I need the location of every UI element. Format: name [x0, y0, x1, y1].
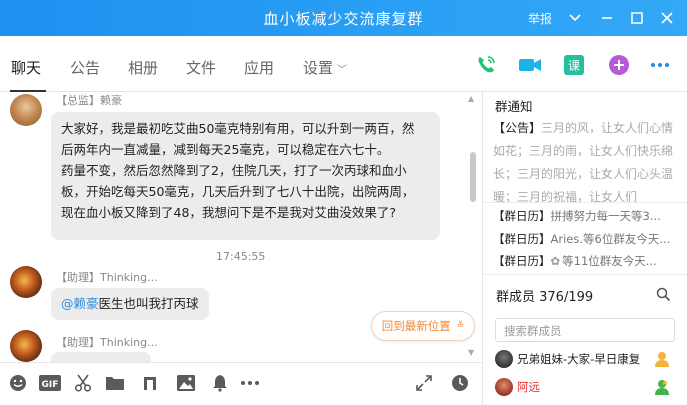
- calendar-label: 【群日历】: [493, 209, 551, 223]
- divider: [483, 202, 687, 203]
- avatar[interactable]: [10, 266, 42, 298]
- calendar-item[interactable]: 【群日历】拼搏努力每一天等3...: [493, 208, 661, 224]
- sender-label: 【总监】赖豪: [56, 92, 122, 108]
- chat-area: 【总监】赖豪 大家好，我是最初吃艾曲50毫克特别有用，可以升到一两百，然 后两年…: [0, 92, 482, 362]
- tab-announcement[interactable]: 公告: [70, 57, 100, 78]
- message-line: 大家好，我是最初吃艾曲50毫克特别有用，可以升到一两百，然: [61, 121, 415, 136]
- back-to-latest-button[interactable]: 回到最新位置 ≚: [371, 311, 475, 341]
- mention-link[interactable]: @赖豪: [61, 296, 99, 311]
- sender-label: 【助理】Thinking...: [56, 269, 158, 285]
- calendar-label: 【群日历】: [493, 254, 551, 268]
- calendar-item[interactable]: 【群日历】Aries.等6位群友今天...: [493, 231, 670, 247]
- member-item[interactable]: 阿远: [495, 378, 540, 396]
- group-info-panel: 群通知 【公告】三月的风，让女人们心情如花；三月的雨，让女人们快乐绵长；三月的阳…: [482, 92, 687, 405]
- message-timestamp: 17:45:55: [216, 250, 266, 263]
- group-notice-title: 群通知: [495, 99, 533, 114]
- phone-call-icon[interactable]: [475, 54, 497, 76]
- minimize-button[interactable]: [596, 7, 618, 29]
- gif-icon[interactable]: GIF: [38, 373, 62, 393]
- message-bubble[interactable]: @赖豪医生也叫我打丙球: [51, 288, 209, 320]
- more-tools-icon[interactable]: [240, 373, 260, 393]
- bell-icon[interactable]: [210, 373, 230, 393]
- sender-role: 【助理】: [56, 271, 100, 284]
- scissors-icon[interactable]: [73, 373, 93, 393]
- music-note-icon[interactable]: [140, 373, 160, 393]
- tab-album[interactable]: 相册: [128, 57, 158, 78]
- message-text: 医生也叫我打丙球: [98, 296, 199, 311]
- flower-icon: ✿: [550, 254, 561, 268]
- calendar-text: 等11位群友今天...: [562, 254, 657, 268]
- svg-text:GIF: GIF: [42, 380, 59, 390]
- message-bubble[interactable]: 大家好，我是最初吃艾曲50毫克特别有用，可以升到一两百，然 后两年内一直减量，减…: [51, 112, 440, 240]
- tab-settings-label: 设置: [303, 59, 334, 77]
- title-bar: 血小板减少交流康复群 举报: [0, 0, 687, 36]
- video-call-icon[interactable]: [518, 54, 541, 76]
- report-button[interactable]: 举报: [528, 10, 552, 27]
- message-line: 现在血小板又降到了48，我想问下是不是我对艾曲没效果了?: [61, 205, 397, 220]
- message-line: 板，开始吃每天50毫克，几天后升到了七八十出院，出院两周，: [61, 184, 415, 199]
- search-icon[interactable]: [656, 287, 671, 306]
- sender-name[interactable]: Thinking...: [100, 271, 158, 284]
- avatar: [495, 378, 513, 396]
- chevron-down-icon[interactable]: [564, 7, 586, 29]
- chevron-down-icon: ﹀: [337, 65, 348, 76]
- maximize-button[interactable]: [626, 7, 648, 29]
- more-icon[interactable]: [649, 54, 671, 76]
- tab-files[interactable]: 文件: [186, 57, 216, 78]
- notice-label: 【公告】: [493, 121, 542, 135]
- member-name: 阿远: [517, 380, 540, 394]
- sender-name[interactable]: 赖豪: [100, 94, 122, 107]
- close-button[interactable]: [656, 7, 678, 29]
- tab-settings[interactable]: 设置 ﹀: [303, 57, 347, 78]
- sender-role: 【总监】: [56, 94, 100, 107]
- message-line: 后两年内一直减量，减到每天25毫克，可以稳定在六七十。: [61, 142, 390, 157]
- message-line: 药量不变，然后忽然降到了2，住院几天，打了一次丙球和血小: [61, 163, 407, 178]
- member-search-input[interactable]: 搜索群成员: [495, 318, 675, 342]
- sender-label: 【助理】Thinking...: [56, 334, 158, 350]
- admin-badge-icon: [653, 350, 671, 372]
- scroll-down-arrow[interactable]: ▼: [468, 348, 474, 357]
- class-icon[interactable]: 课: [563, 54, 585, 76]
- back-to-latest-label: 回到最新位置: [381, 319, 451, 333]
- chat-scrollbar-thumb[interactable]: [470, 152, 476, 202]
- scroll-up-arrow[interactable]: ▲: [468, 94, 474, 103]
- double-chevron-down-icon: ≚: [456, 321, 465, 331]
- tab-chat[interactable]: 聊天: [11, 57, 41, 78]
- calendar-text: 拼搏努力每一天等3...: [550, 209, 661, 223]
- clock-history-icon[interactable]: [450, 373, 470, 393]
- svg-text:课: 课: [568, 59, 580, 73]
- emoji-icon[interactable]: [8, 373, 28, 393]
- expand-icon[interactable]: [414, 373, 434, 393]
- plus-icon[interactable]: [608, 54, 630, 76]
- sender-name[interactable]: Thinking...: [100, 336, 158, 349]
- members-count: 群成员 376/199: [496, 290, 594, 305]
- divider: [483, 274, 687, 275]
- group-notice-content[interactable]: 【公告】三月的风，让女人们心情如花；三月的雨，让女人们快乐绵长；三月的阳光，让女…: [493, 117, 677, 209]
- tab-bar: 聊天 公告 相册 文件 应用 设置 ﹀ 课: [0, 36, 687, 92]
- sender-role: 【助理】: [56, 336, 100, 349]
- avatar[interactable]: [10, 330, 42, 362]
- avatar[interactable]: [10, 94, 42, 126]
- tab-apps[interactable]: 应用: [244, 57, 274, 78]
- calendar-text: Aries.等6位群友今天...: [550, 232, 671, 246]
- image-icon[interactable]: [176, 373, 196, 393]
- admin-badge-icon: [653, 378, 671, 400]
- input-toolbar: GIF: [0, 362, 482, 405]
- member-name: 兄弟姐妹-大家-早日康复: [517, 352, 641, 366]
- avatar: [495, 350, 513, 368]
- message-bubble[interactable]: [51, 352, 151, 362]
- member-item[interactable]: 兄弟姐妹-大家-早日康复: [495, 350, 640, 368]
- calendar-label: 【群日历】: [493, 232, 551, 246]
- calendar-item[interactable]: 【群日历】✿ 等11位群友今天...: [493, 253, 657, 269]
- folder-icon[interactable]: [105, 373, 125, 393]
